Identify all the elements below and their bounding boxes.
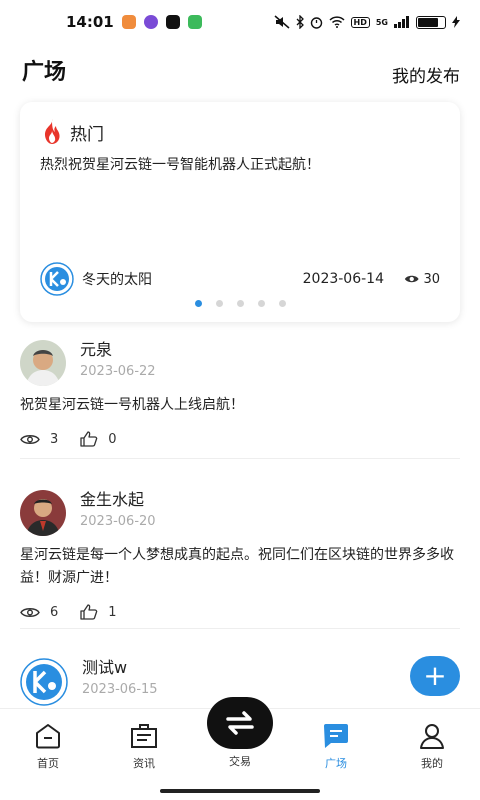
like-button[interactable]: 1 bbox=[80, 604, 117, 620]
battery-icon bbox=[416, 15, 446, 29]
tab-label: 我的 bbox=[421, 757, 443, 770]
bottom-tab-bar: 首页 资讯 交易 广场 我的 bbox=[0, 697, 480, 780]
hd-badge: HD bbox=[350, 16, 370, 28]
post-avatar bbox=[20, 658, 68, 706]
hot-view-count: 30 bbox=[404, 272, 440, 287]
carousel-dot[interactable] bbox=[257, 300, 265, 307]
post-body: 星河云链是每一个人梦想成真的起点。祝同仁们在区块链的世界多多收益！财源广进！ bbox=[20, 547, 454, 586]
trade-button[interactable] bbox=[207, 697, 273, 749]
thumbs-up-icon bbox=[80, 431, 98, 447]
page-header: 广场 我的发布 bbox=[0, 52, 480, 92]
square-icon bbox=[324, 724, 348, 748]
status-bar: 14:01 HD 5G bbox=[0, 0, 480, 44]
carousel-dot[interactable] bbox=[215, 300, 223, 307]
tab-news[interactable]: 资讯 bbox=[114, 723, 174, 771]
signal-icon bbox=[394, 16, 409, 28]
charging-icon bbox=[452, 16, 460, 28]
like-number: 1 bbox=[108, 604, 117, 620]
post-body: 祝贺星河云链一号机器人上线启航！ bbox=[20, 397, 244, 413]
hot-author-avatar bbox=[40, 262, 74, 296]
tab-label: 交易 bbox=[229, 755, 251, 768]
alarm-icon bbox=[310, 16, 322, 29]
wallet-app-icon bbox=[188, 15, 202, 29]
view-count: 3 bbox=[20, 432, 58, 447]
eye-icon bbox=[20, 607, 40, 617]
post-author: 金生水起 bbox=[80, 490, 145, 509]
eye-icon bbox=[404, 275, 419, 283]
hot-view-number: 30 bbox=[423, 271, 440, 287]
wifi-icon bbox=[328, 16, 345, 28]
exchange-icon bbox=[226, 711, 254, 735]
tiktok-app-icon bbox=[166, 15, 180, 29]
post-stats: 6 1 bbox=[20, 604, 460, 620]
post-date: 2023-06-15 bbox=[82, 682, 158, 697]
hot-post-card[interactable]: 热门 热烈祝贺星河云链一号智能机器人正式起航！ 冬天的太阳 2023-06-14… bbox=[20, 102, 460, 322]
tab-profile[interactable]: 我的 bbox=[402, 723, 462, 771]
post-item[interactable]: 金生水起 2023-06-20 星河云链是每一个人梦想成真的起点。祝同仁们在区块… bbox=[20, 490, 460, 620]
add-post-button[interactable]: + bbox=[410, 656, 460, 696]
post-stats: 3 0 bbox=[20, 431, 460, 447]
network-type: 5G bbox=[375, 17, 388, 27]
hot-label: 热门 bbox=[70, 124, 104, 145]
news-icon bbox=[131, 724, 157, 748]
thumbs-up-icon bbox=[80, 604, 98, 620]
carousel-dot[interactable] bbox=[236, 300, 244, 307]
mute-icon bbox=[274, 15, 290, 29]
divider bbox=[20, 628, 460, 629]
home-indicator bbox=[160, 789, 320, 793]
tab-label: 首页 bbox=[37, 757, 59, 770]
tab-trade[interactable]: 交易 bbox=[210, 753, 270, 769]
hot-post-footer: 冬天的太阳 2023-06-14 30 bbox=[40, 262, 440, 296]
status-time: 14:01 bbox=[66, 13, 114, 31]
view-number: 3 bbox=[50, 431, 59, 447]
profile-icon bbox=[420, 724, 444, 749]
chat-app-icon bbox=[144, 15, 158, 29]
hot-header: 热门 bbox=[40, 118, 104, 146]
divider bbox=[20, 458, 460, 459]
status-indicators: HD 5G bbox=[274, 15, 460, 29]
carousel-dot[interactable] bbox=[278, 300, 286, 307]
post-author: 元泉 bbox=[80, 340, 113, 359]
tab-label: 资讯 bbox=[133, 757, 155, 770]
post-date: 2023-06-20 bbox=[80, 514, 156, 529]
hot-post-text: 热烈祝贺星河云链一号智能机器人正式起航！ bbox=[40, 157, 320, 173]
my-posts-link[interactable]: 我的发布 bbox=[392, 62, 460, 87]
hot-post-date: 2023-06-14 bbox=[302, 271, 384, 287]
post-author: 测试w bbox=[82, 658, 128, 677]
tab-label: 广场 bbox=[325, 757, 347, 770]
like-button[interactable]: 0 bbox=[80, 431, 117, 447]
tab-square[interactable]: 广场 bbox=[306, 723, 366, 771]
mail-app-icon bbox=[122, 15, 136, 29]
post-avatar bbox=[20, 340, 66, 386]
post-avatar bbox=[20, 490, 66, 536]
view-number: 6 bbox=[50, 604, 59, 620]
eye-icon bbox=[20, 434, 40, 444]
notification-icons bbox=[122, 15, 202, 29]
view-count: 6 bbox=[20, 605, 58, 620]
home-icon bbox=[36, 724, 60, 749]
post-item[interactable]: 元泉 2023-06-22 祝贺星河云链一号机器人上线启航！ 3 0 bbox=[20, 340, 460, 447]
tab-home[interactable]: 首页 bbox=[18, 723, 78, 771]
bluetooth-icon bbox=[296, 15, 304, 29]
carousel-dot[interactable] bbox=[194, 300, 202, 307]
hot-author-name: 冬天的太阳 bbox=[82, 272, 152, 288]
like-number: 0 bbox=[108, 431, 117, 447]
post-date: 2023-06-22 bbox=[80, 364, 156, 379]
fire-icon bbox=[44, 119, 60, 144]
page-title: 广场 bbox=[22, 60, 67, 85]
plus-icon: + bbox=[423, 659, 447, 692]
carousel-indicator[interactable] bbox=[20, 300, 460, 307]
